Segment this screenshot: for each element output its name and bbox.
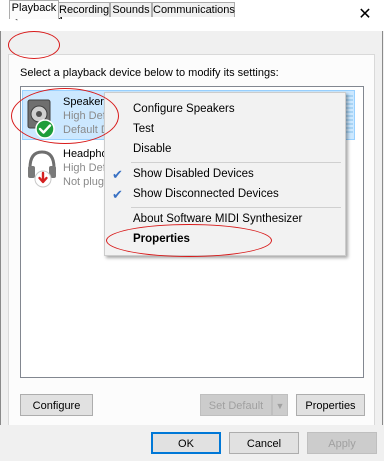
menu-item-about-midi-synthesizer[interactable]: About Software MIDI Synthesizer	[133, 213, 302, 225]
context-menu: Configure Speakers Test Disable ✔ Show D…	[104, 92, 346, 256]
default-device-check-icon	[35, 119, 55, 139]
menu-separator	[131, 207, 341, 208]
menu-item-disable[interactable]: Disable	[133, 143, 171, 155]
tab-playback[interactable]: Playback	[9, 0, 59, 19]
check-icon: ✔	[112, 187, 123, 202]
level-meter	[345, 95, 353, 135]
check-icon: ✔	[112, 167, 123, 182]
menu-item-configure-speakers[interactable]: Configure Speakers	[133, 103, 235, 115]
ok-button[interactable]: OK	[151, 432, 221, 454]
instruction-text: Select a playback device below to modify…	[20, 67, 279, 79]
tab-communications[interactable]: Communications	[152, 2, 235, 17]
set-default-dropdown-icon[interactable]: ▼	[272, 394, 288, 416]
device-name-speakers: Speakers	[63, 96, 110, 108]
menu-item-test[interactable]: Test	[133, 123, 154, 135]
cancel-button[interactable]: Cancel	[229, 432, 299, 454]
device-desc-speakers: High Defi	[63, 110, 109, 122]
set-default-button[interactable]: Set Default	[200, 394, 272, 416]
device-desc-headphones: High Defi	[63, 162, 109, 174]
tab-sounds[interactable]: Sounds	[110, 2, 152, 17]
tab-recording[interactable]: Recording	[58, 2, 110, 17]
menu-separator	[131, 162, 341, 163]
menu-item-show-disconnected-devices[interactable]: Show Disconnected Devices	[133, 188, 279, 200]
apply-button[interactable]: Apply	[307, 432, 377, 454]
menu-item-show-disabled-devices[interactable]: Show Disabled Devices	[133, 168, 254, 180]
device-status-speakers: Default D	[63, 124, 109, 136]
properties-button[interactable]: Properties	[296, 394, 365, 416]
configure-button[interactable]: Configure	[20, 394, 93, 416]
close-icon[interactable]: ✕	[356, 6, 374, 24]
unplugged-arrow-icon	[34, 170, 52, 188]
menu-item-properties[interactable]: Properties	[133, 233, 190, 245]
